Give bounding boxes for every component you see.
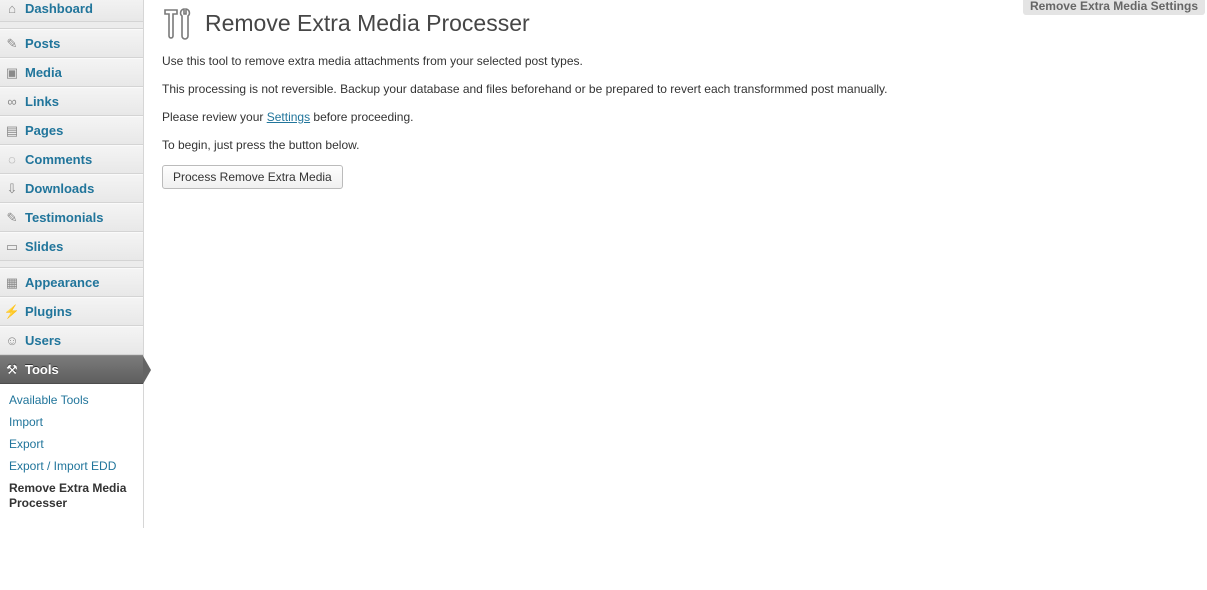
submenu-item-available-tools[interactable]: Available Tools [0,390,143,412]
page-header: Remove Extra Media Processer [162,0,1207,46]
settings-notice: Please review your Settings before proce… [162,110,413,124]
menu-item-slides[interactable]: ▭ Slides [0,232,143,261]
menu-item-testimonials[interactable]: ✎ Testimonials [0,203,143,232]
menu-item-media[interactable]: ▣ Media [0,58,143,87]
submenu-item-export-import-edd[interactable]: Export / Import EDD [0,456,143,478]
menu-item-label: Media [25,65,62,80]
menu-item-label: Pages [25,123,64,138]
comment-icon: ◌ [8,152,16,167]
settings-notice-suffix: before proceeding. [310,110,414,124]
submenu-item-remove-extra-media-processer[interactable]: Remove Extra Media Processer [0,478,143,515]
admin-sidebar: ⌂ Dashboard ✎ Posts ▣ Media ∞ Links ▤ Pa… [0,0,151,590]
menu-item-downloads[interactable]: ⇩ Downloads [0,174,143,203]
menu-item-label: Testimonials [25,210,104,225]
appearance-icon: ▦ [5,274,19,290]
users-icon: ☺ [5,333,19,348]
download-icon: ⇩ [6,180,18,196]
pages-icon: ▤ [5,122,19,138]
tools-icon: ⚒ [6,361,18,377]
menu-item-label: Tools [25,362,59,377]
slides-icon: ▭ [5,238,19,254]
dashboard-icon: ⌂ [8,0,16,16]
menu-separator [0,22,143,29]
link-icon: ∞ [7,94,17,109]
menu-item-label: Users [25,333,62,348]
main-content: Remove Extra Media Processer Use this to… [162,0,1207,189]
menu-item-label: Appearance [25,275,100,290]
menu-separator [0,261,143,268]
menu-item-pages[interactable]: ▤ Pages [0,116,143,145]
menu-item-label: Links [25,94,59,109]
tools-submenu: Available Tools Import Export Export / I… [0,384,143,590]
instruction-text: To begin, just press the button below. [162,138,360,152]
menu-item-tools[interactable]: ⚒ Tools [0,355,151,384]
pin-icon: ✎ [6,35,18,51]
page-title: Remove Extra Media Processer [205,9,530,36]
menu-item-appearance[interactable]: ▦ Appearance [0,268,143,297]
menu-item-label: Slides [25,239,64,254]
submenu-item-import[interactable]: Import [0,412,143,434]
pin-icon: ✎ [6,209,18,225]
menu-item-dashboard[interactable]: ⌂ Dashboard [0,0,143,22]
tools-icon [164,8,191,40]
menu-item-users[interactable]: ☺ Users [0,326,143,355]
menu-item-label: Posts [25,36,61,51]
warning-text: This processing is not reversible. Backu… [162,82,888,96]
menu-item-label: Plugins [25,304,72,319]
menu-item-comments[interactable]: ◌ Comments [0,145,143,174]
intro-text: Use this tool to remove extra media atta… [162,54,583,68]
submenu-item-export[interactable]: Export [0,434,143,456]
plugin-icon: ⚡ [3,303,21,319]
menu-item-label: Downloads [25,181,95,196]
admin-menu: ⌂ Dashboard ✎ Posts ▣ Media ∞ Links ▤ Pa… [0,0,151,384]
menu-item-plugins[interactable]: ⚡ Plugins [0,297,143,326]
menu-item-label: Comments [25,152,93,167]
media-icon: ▣ [5,64,19,80]
process-button[interactable]: Process Remove Extra Media [162,165,343,189]
menu-item-label: Dashboard [25,0,93,16]
menu-item-links[interactable]: ∞ Links [0,87,143,116]
menu-item-posts[interactable]: ✎ Posts [0,29,143,58]
settings-notice-prefix: Please review your [162,110,267,124]
settings-link[interactable]: Settings [267,110,310,124]
